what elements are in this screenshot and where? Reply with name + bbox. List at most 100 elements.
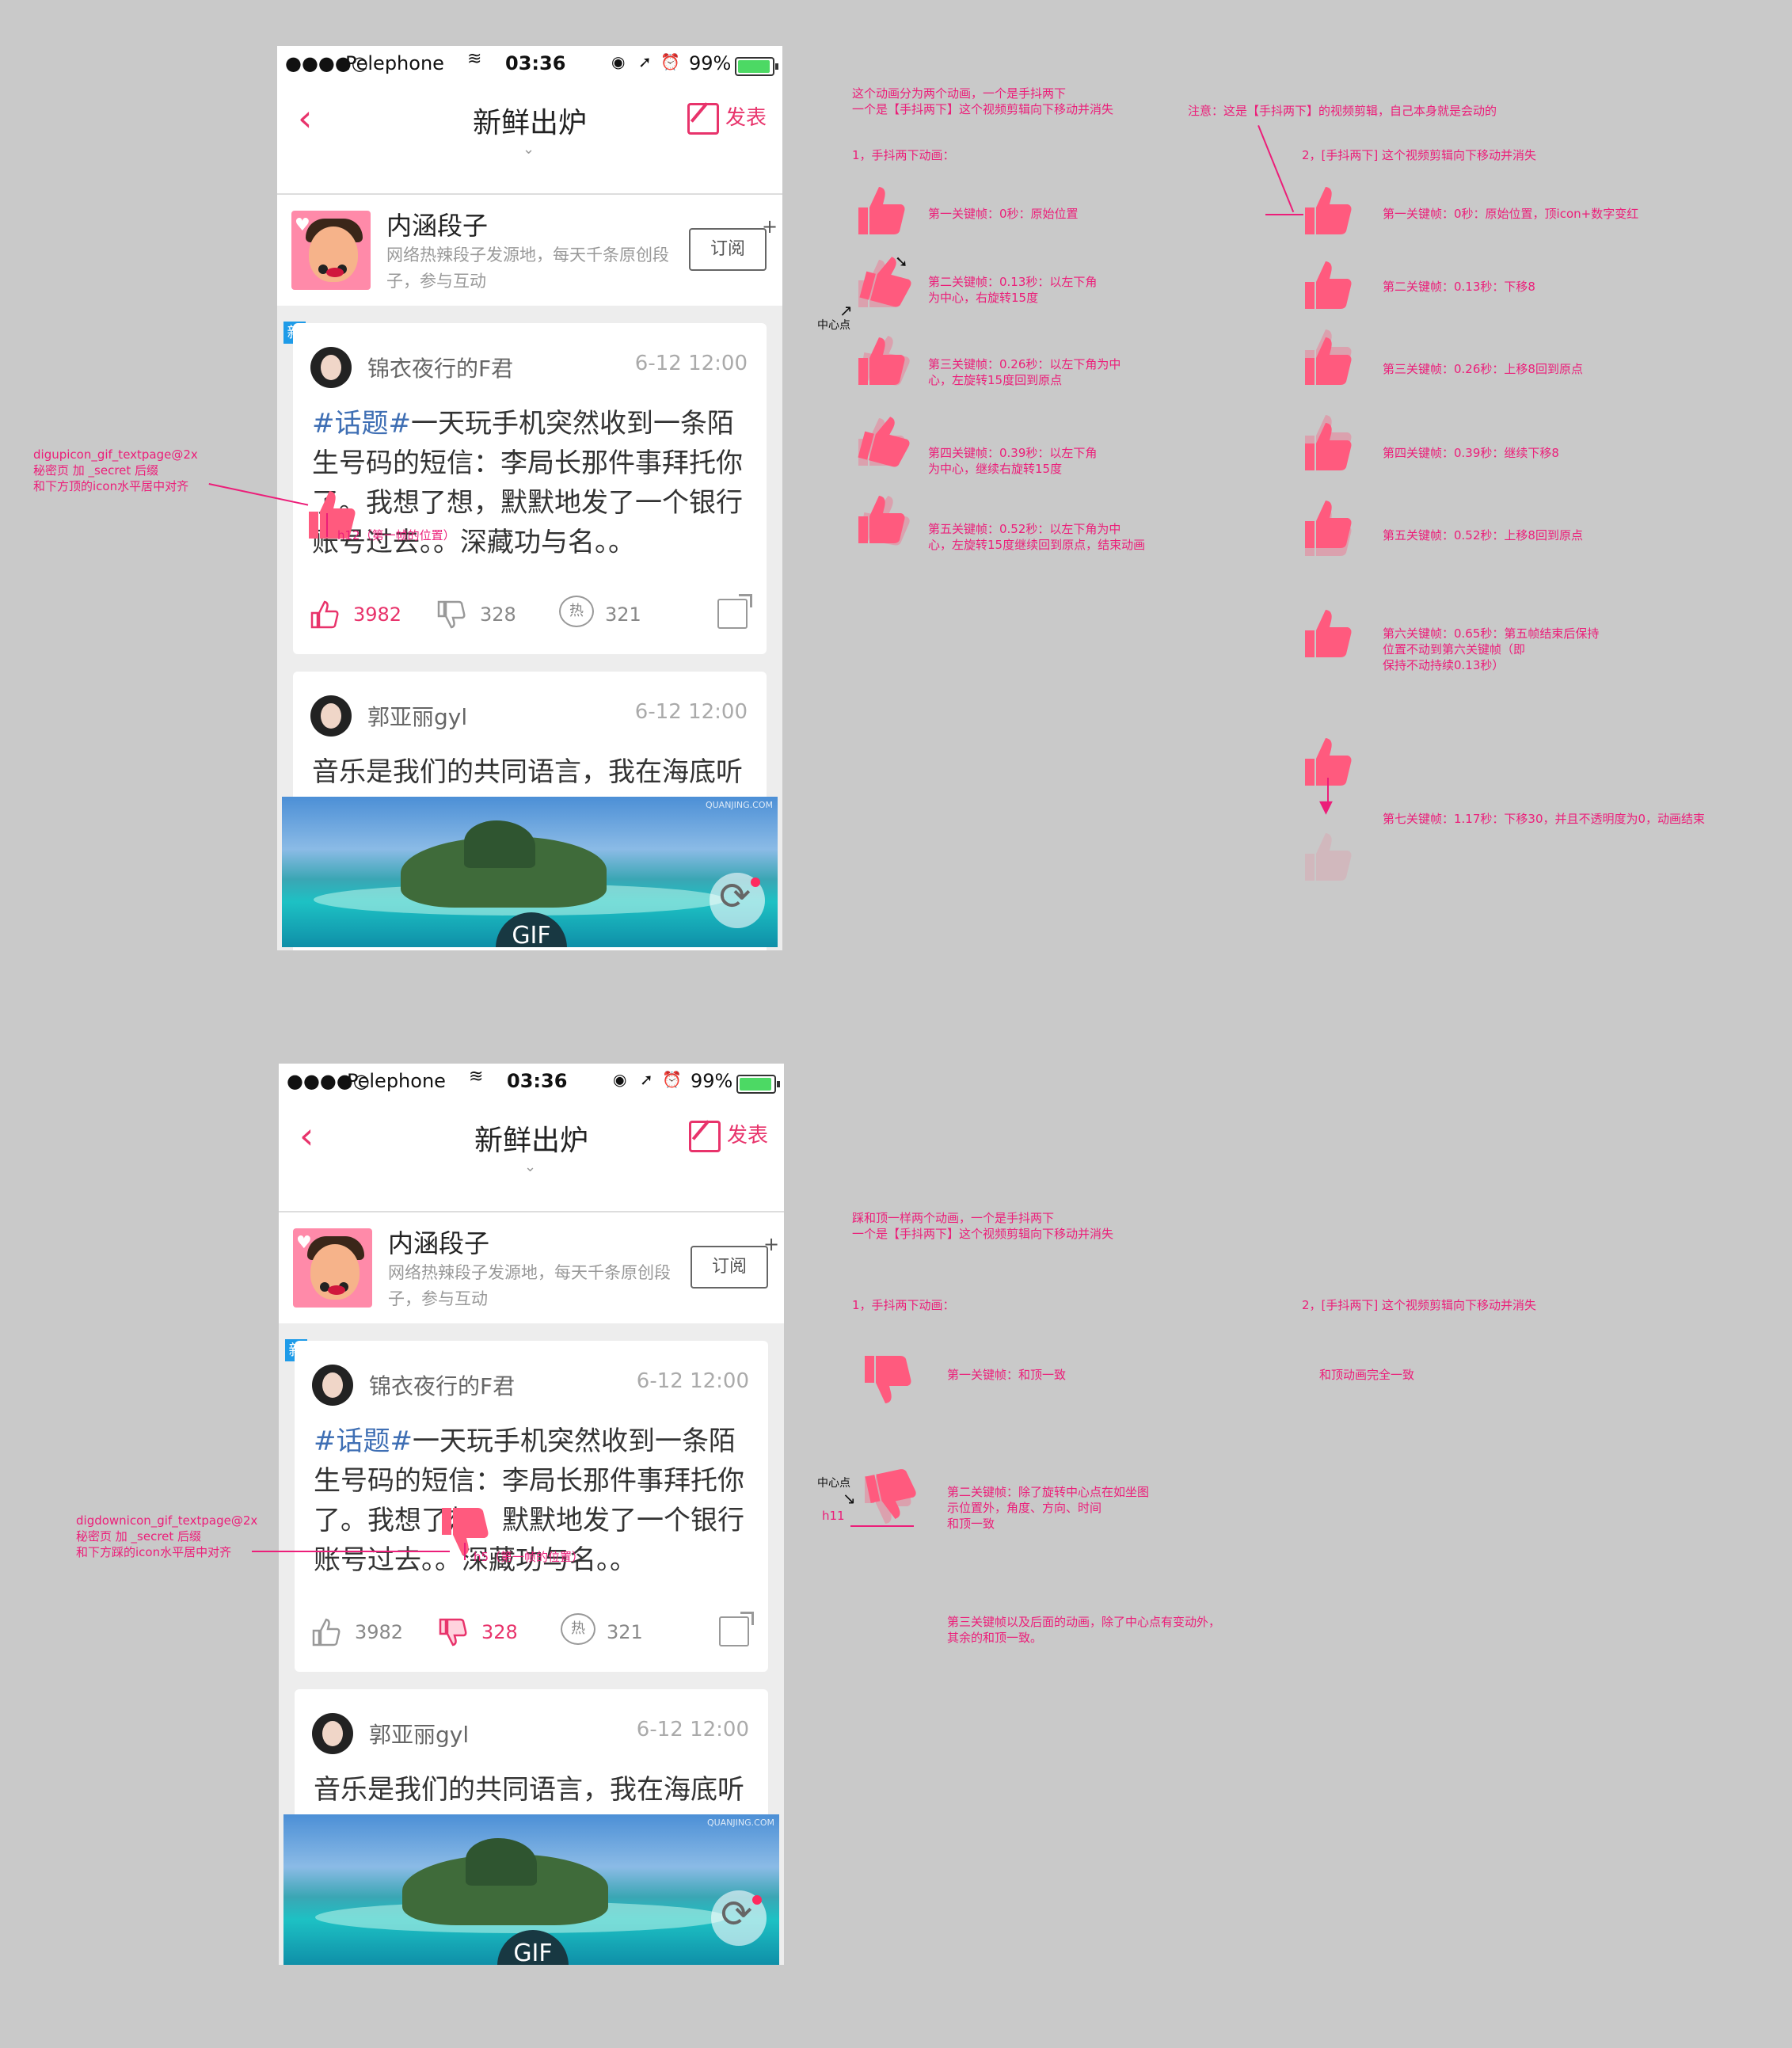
avatar[interactable] [310, 347, 352, 388]
gif-badge[interactable]: GIF [497, 1930, 569, 1965]
thumbs-up-frame-ghost-icon [859, 495, 910, 546]
thumbs-up-frame-icon [858, 187, 905, 234]
thumbs-down-frame-icon [865, 1356, 911, 1403]
shake-keyframe-1: 第一关键帧：0秒：原始位置 [928, 207, 1079, 221]
channel-header[interactable]: ♥ 内涵段子 网络热辣段子发源地，每天千条原创段子，参与互动 订阅 + [279, 1212, 784, 1323]
share-icon[interactable] [717, 594, 752, 629]
subscribe-button[interactable]: 订阅 [691, 1246, 768, 1289]
like-button[interactable]: 3982 [310, 1613, 405, 1653]
post-image[interactable]: QUANJING.COM GIF [282, 797, 778, 947]
clock: 03:36 [507, 1070, 568, 1092]
avatar[interactable] [312, 1713, 353, 1754]
hot-chat-icon: 热 [561, 1613, 595, 1645]
battery-icon [736, 1075, 780, 1094]
phone-mockup-bottom: ●●●●○ Pelephone ≋ 03:36 ◉ ➚ ⏰ 99% ‹ 新鲜出炉… [279, 1064, 784, 1965]
dig-keyframe-1: 第一关键帧：和顶一致 [947, 1368, 1067, 1382]
share-icon[interactable] [719, 1612, 754, 1646]
post-time: 6-12 12:00 [636, 1718, 749, 1742]
clock: 03:36 [505, 52, 566, 74]
wifi-icon: ≋ [467, 49, 482, 69]
lock-rotation-icon: ◉ [611, 52, 626, 71]
thumbs-up-frame-icon [1305, 261, 1352, 309]
thumbs-up-frame-icon [1305, 187, 1352, 234]
thumbs-down-outline-icon [439, 1618, 467, 1646]
h11-label: h11 [822, 1509, 845, 1523]
attention-leader-line [1257, 125, 1295, 213]
gif-badge[interactable]: GIF [496, 912, 567, 947]
same-as-up-note: 和顶动画完全一致 [1319, 1368, 1415, 1382]
bottom-section1-title: 1，手抖两下动画： [852, 1298, 955, 1312]
top-section2-title: 2，[手抖两下] 这个视频剪辑向下移动并消失 [1302, 148, 1537, 162]
post-image[interactable]: QUANJING.COM GIF [283, 1814, 779, 1965]
thumbs-up-outline-icon [310, 600, 339, 629]
thumbs-up-frame-icon [1305, 610, 1352, 657]
chevron-down-icon[interactable]: ⌄ [523, 141, 535, 158]
center-point-label: 中心点 [817, 1477, 850, 1490]
topic-tag[interactable]: #话题# [314, 1426, 413, 1457]
refresh-icon[interactable] [710, 873, 765, 928]
digup-asset-note: digupicon_gif_textpage@2x 秘密页 加 _secret … [33, 447, 198, 493]
hot-comments-button[interactable]: 热 321 [561, 1613, 648, 1653]
channel-avatar: ♥ [293, 1228, 372, 1308]
broken-heart-icon: ♥ [296, 1233, 312, 1253]
shake-keyframe-3: 第三关键帧：0.26秒：以左下角为中 心，左旋转15度回到原点 [928, 357, 1121, 387]
bottom-section2-title: 2，[手抖两下] 这个视频剪辑向下移动并消失 [1302, 1298, 1537, 1312]
chevron-down-icon[interactable]: ⌄ [524, 1159, 536, 1175]
like-button[interactable]: 3982 [309, 596, 404, 635]
channel-title: 内涵段子 [386, 211, 489, 241]
plus-icon: + [762, 215, 778, 238]
battery-percent: 99% [689, 52, 732, 74]
dig-keyframe-3: 第三关键帧以及后面的动画，除了中心点有变动外， 其余的和顶一致。 [947, 1615, 1221, 1645]
user-name[interactable]: 郭亚丽gyl [369, 1718, 469, 1749]
lock-rotation-icon: ◉ [613, 1070, 627, 1089]
status-bar: ●●●●○ Pelephone ≋ 03:36 ◉ ➚ ⏰ 99% [279, 1064, 784, 1100]
post-button[interactable]: 发表 [688, 1119, 768, 1152]
post-card[interactable]: 锦衣夜行的F君 6-12 12:00 #话题#一天玩手机突然收到一条陌生号码的短… [293, 323, 767, 654]
post-time: 6-12 12:00 [634, 352, 748, 375]
shake-keyframe-5: 第五关键帧：0.52秒：以左下角为中 心，左旋转15度继续回到原点，结束动画 [928, 522, 1146, 552]
wifi-icon: ≋ [469, 1067, 484, 1087]
move-keyframe-1: 第一关键帧：0秒：原始位置，顶icon+数字变红 [1383, 207, 1639, 221]
user-name[interactable]: 郭亚丽gyl [367, 700, 467, 732]
thumbs-up-faded-icon [1305, 833, 1352, 881]
top-attention-note: 注意：这是【手抖两下】的视频剪辑，自己本身就是会动的 [1188, 104, 1497, 118]
top-intro-note: 这个动画分为两个动画，一个是手抖两下 一个是【手抖两下】这个视频剪辑向下移动并消… [852, 86, 1114, 116]
h5-label: h5（第一帧的位置） [474, 1550, 584, 1564]
plus-icon: + [763, 1233, 780, 1255]
subscribe-button[interactable]: 订阅 [689, 228, 767, 271]
battery-icon [735, 57, 778, 76]
avatar[interactable] [310, 695, 352, 737]
rotate-arrow-icon: ➘ [895, 252, 908, 271]
dislike-button[interactable]: 328 [437, 1613, 524, 1653]
channel-description: 网络热辣段子发源地，每天千条原创段子，参与互动 [386, 246, 669, 291]
move-keyframe-4: 第四关键帧：0.39秒：继续下移8 [1383, 446, 1559, 460]
move-keyframe-2: 第二关键帧：0.13秒：下移8 [1383, 280, 1535, 294]
digdown-leader-line [252, 1551, 450, 1552]
refresh-icon[interactable] [711, 1890, 767, 1946]
move-keyframe-7: 第七关键帧：1.17秒：下移30，并且不透明度为0，动画结束 [1383, 812, 1706, 826]
user-name[interactable]: 锦衣夜行的F君 [369, 1369, 515, 1401]
dislike-button[interactable]: 328 [436, 596, 523, 635]
post-actions: 3982 328 热 321 [310, 1612, 754, 1653]
watermark: QUANJING.COM [705, 800, 773, 810]
channel-title: 内涵段子 [388, 1228, 490, 1258]
compose-icon [687, 102, 719, 135]
post-time: 6-12 12:00 [636, 1369, 749, 1393]
alarm-icon: ⏰ [662, 1070, 682, 1089]
hot-comments-button[interactable]: 热 321 [559, 596, 646, 635]
thumbs-up-outline-icon [312, 1618, 341, 1646]
avatar[interactable] [312, 1365, 353, 1406]
post-card[interactable]: 锦衣夜行的F君 6-12 12:00 #话题#一天玩手机突然收到一条陌生号码的短… [295, 1341, 768, 1672]
thumbs-down-outline-icon [437, 600, 466, 629]
broken-heart-icon: ♥ [295, 215, 310, 235]
digdown-asset-note: digdownicon_gif_textpage@2x 秘密页 加 _secre… [76, 1513, 258, 1559]
user-name[interactable]: 锦衣夜行的F君 [367, 352, 513, 383]
thumbs-up-frame-ghost-icon [1305, 329, 1352, 377]
alarm-icon: ⏰ [660, 52, 680, 71]
topic-tag[interactable]: #话题# [312, 408, 411, 440]
compose-icon [688, 1120, 721, 1152]
h12-marker [326, 513, 328, 537]
navbar: ‹ 新鲜出炉 ⌄ 发表 [277, 82, 782, 195]
post-button[interactable]: 发表 [687, 101, 767, 135]
channel-header[interactable]: ♥ 内涵段子 网络热辣段子发源地，每天千条原创段子，参与互动 订阅 + [277, 195, 782, 306]
